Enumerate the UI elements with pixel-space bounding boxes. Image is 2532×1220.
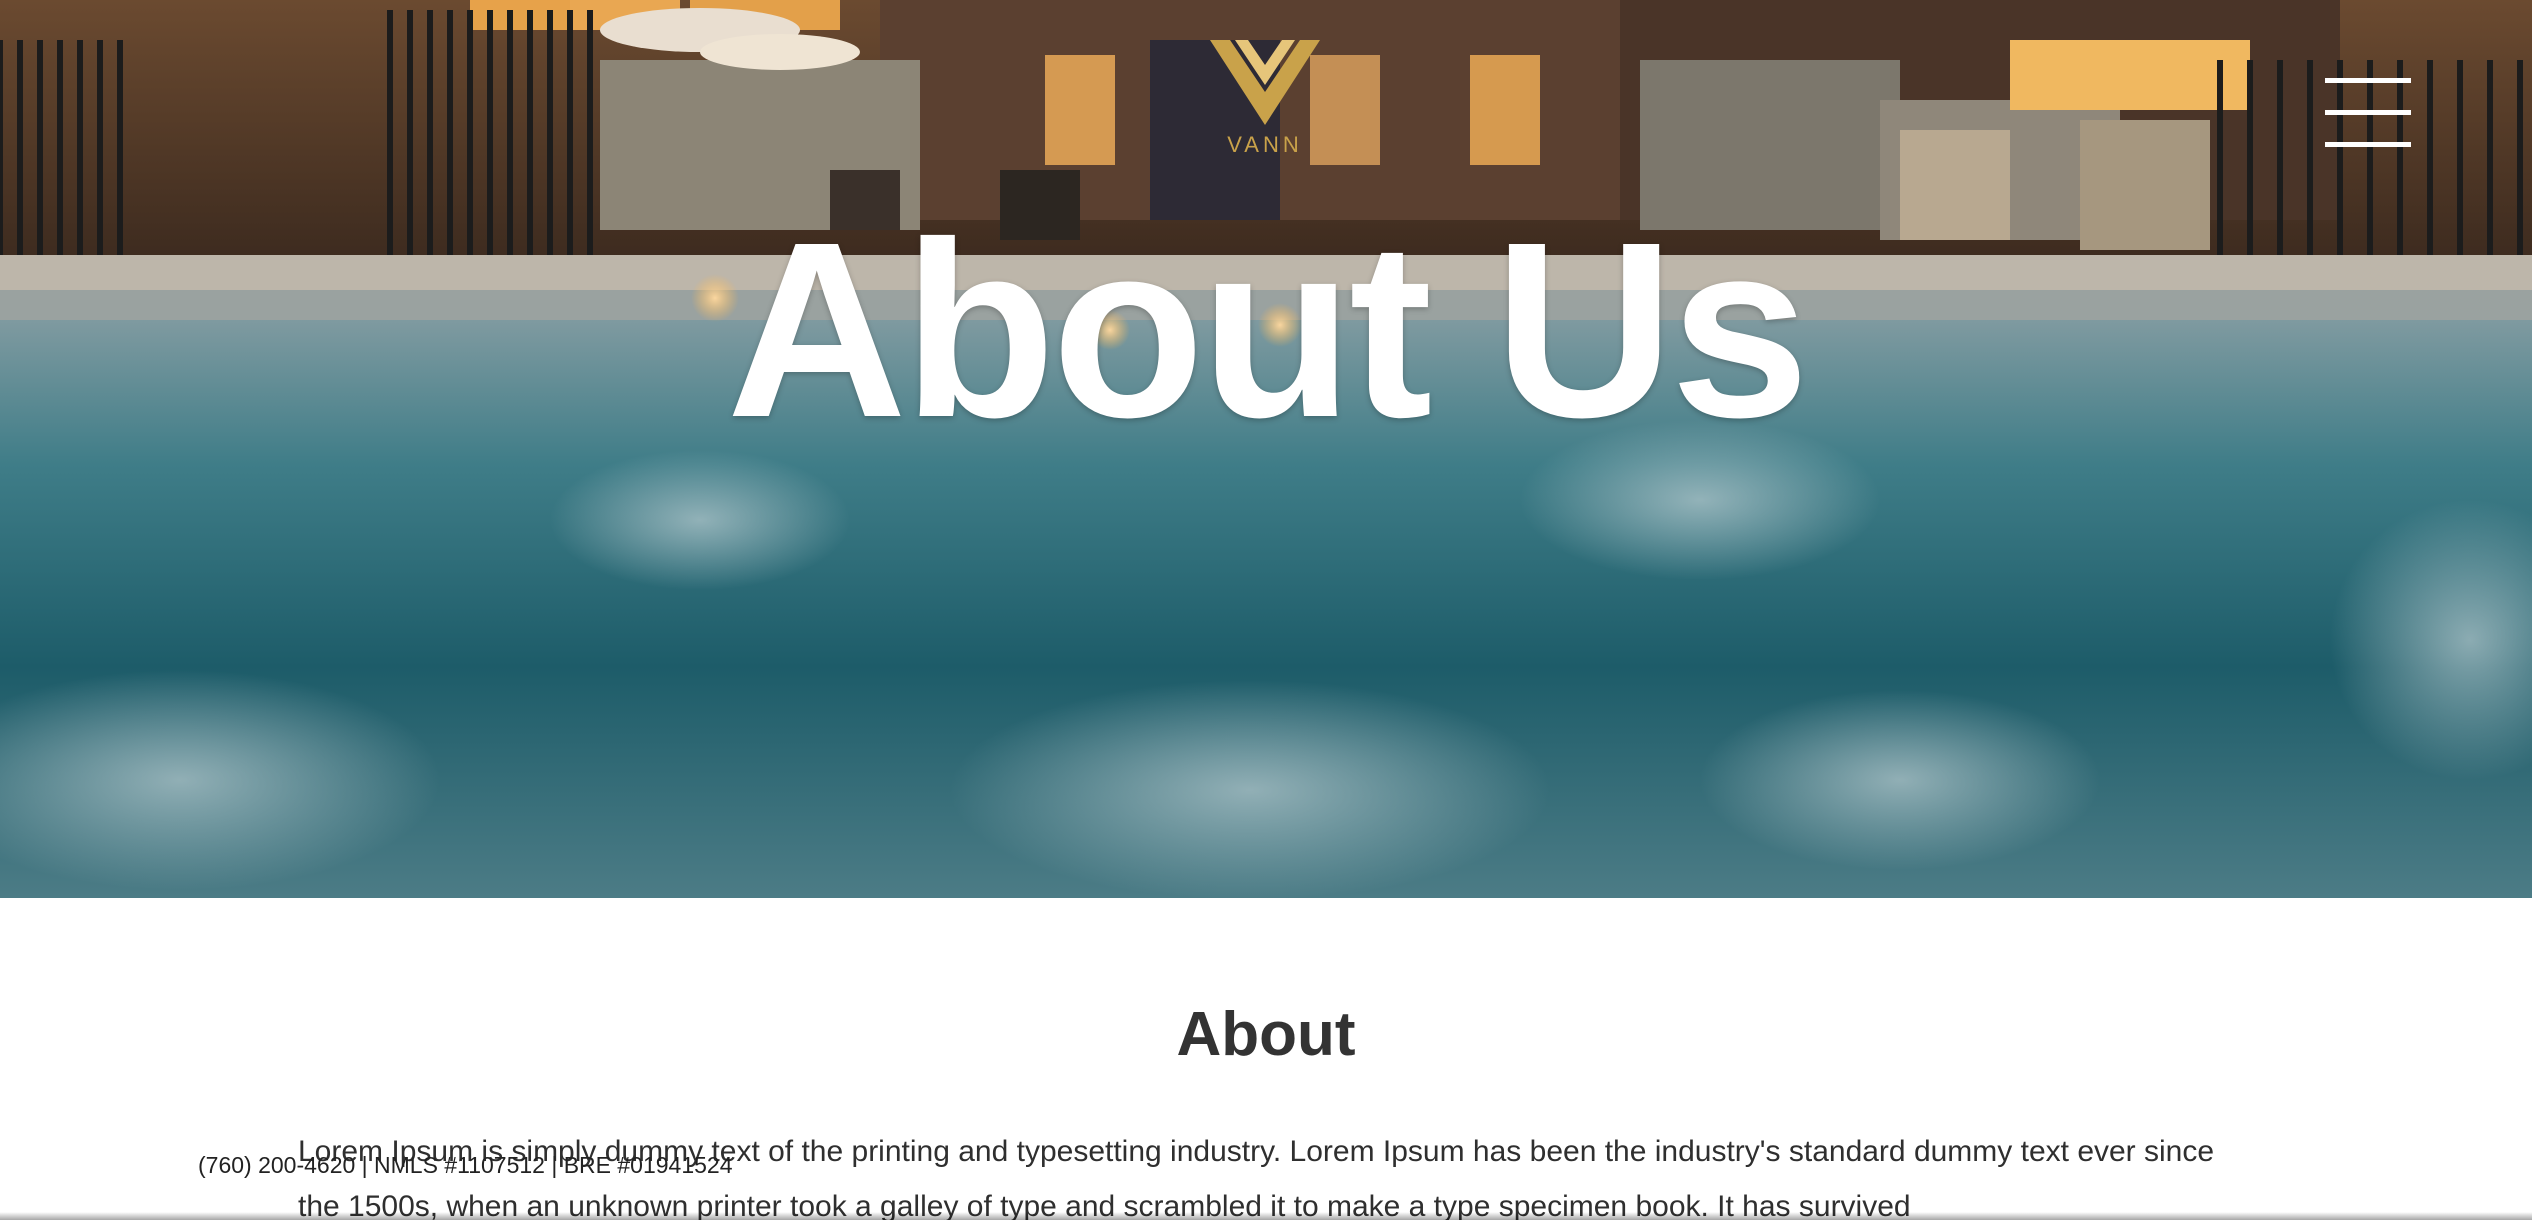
brand-logo-text: VANN xyxy=(1227,132,1303,157)
brand-logo[interactable]: VANN xyxy=(1190,30,1340,160)
section-heading: About xyxy=(1176,1000,1356,1069)
menu-bar xyxy=(2325,110,2411,115)
window-bottom-edge xyxy=(0,1212,2532,1220)
menu-bar xyxy=(2325,78,2411,83)
menu-bar xyxy=(2325,142,2411,147)
contact-info: (760) 200-4620 | NMLS #1107512 | BRE #01… xyxy=(198,1152,733,1178)
hero-title: About Us xyxy=(726,190,1810,469)
page: VANN About Us About Lorem Ipsum is simpl… xyxy=(0,0,2532,1220)
hamburger-menu-icon[interactable] xyxy=(2320,74,2420,154)
hero-banner: VANN About Us xyxy=(0,0,2532,898)
